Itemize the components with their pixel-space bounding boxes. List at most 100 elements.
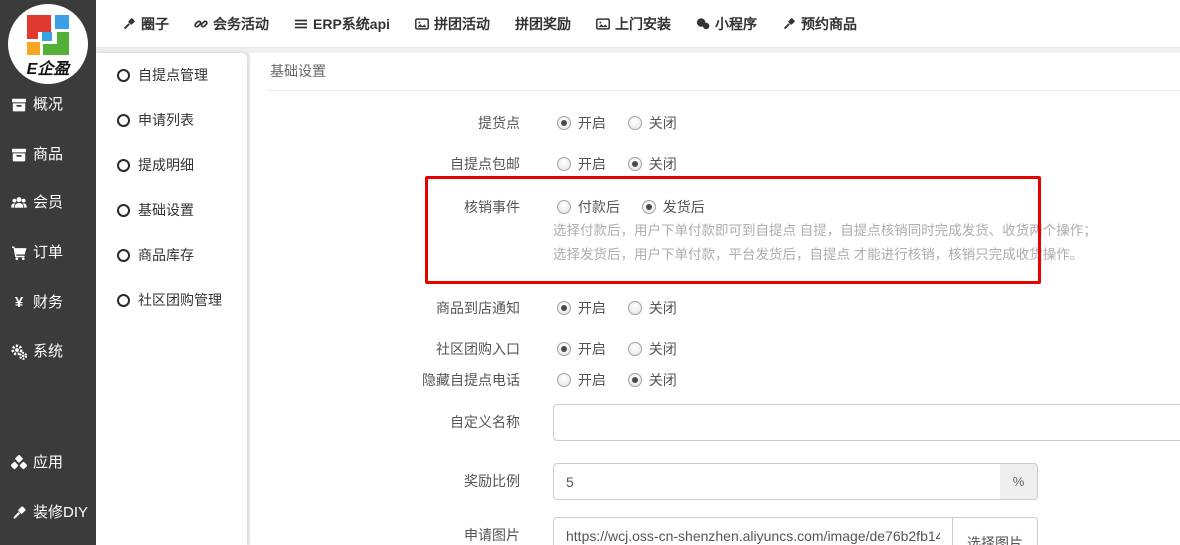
- topnav-item-group-activity[interactable]: 拼团活动: [415, 14, 490, 34]
- radio-option-label: 开启: [578, 298, 606, 318]
- radio-button[interactable]: [628, 342, 642, 356]
- topnav-item-mini-program[interactable]: 小程序: [696, 14, 757, 34]
- verification-event-help: 选择付款后，用户下单付款即可到自提点 自提，自提点核销同时完成发货、收货两个操作…: [553, 219, 1097, 266]
- top-header: 圈子 会务活动 ERP系统api 拼团活动 拼团奖励 上门安装: [96, 0, 1180, 48]
- radio-button[interactable]: [628, 157, 642, 171]
- radio-option-off[interactable]: 关闭: [628, 370, 677, 390]
- form-row-hide-pickup-phone: 隐藏自提点电话 开启 关闭: [250, 370, 1180, 390]
- archive-icon: [11, 97, 27, 113]
- topnav-label: 预约商品: [801, 14, 857, 34]
- submenu-item-basic-settings[interactable]: 基础设置: [96, 188, 247, 233]
- topnav-label: 拼团活动: [434, 14, 490, 34]
- radio-button[interactable]: [557, 200, 571, 214]
- sidebar-item-apps[interactable]: 应用: [0, 445, 96, 481]
- gavel-icon: [122, 17, 136, 31]
- sidebar-item-finance[interactable]: ¥ 财务: [0, 285, 96, 321]
- radio-option-after-payment[interactable]: 付款后: [557, 197, 620, 217]
- choose-image-button[interactable]: 选择图片: [952, 517, 1038, 545]
- content-panel: 基础设置 提货点 开启 关闭 自提点包邮 开启 关闭 核销事件 付款后 发货后: [250, 53, 1180, 545]
- topnav-item-home-install[interactable]: 上门安装: [596, 14, 671, 34]
- submenu-item-apply-list[interactable]: 申请列表: [96, 98, 247, 143]
- topnav-label: 会务活动: [213, 14, 269, 34]
- sidebar-item-decorate-diy[interactable]: 装修DIY: [0, 495, 96, 531]
- sidebar-item-system[interactable]: 系统: [0, 334, 96, 370]
- sidebar-item-overview[interactable]: 概况: [0, 87, 96, 123]
- radio-option-off[interactable]: 关闭: [628, 113, 677, 133]
- submenu-item-pickup-manage[interactable]: 自提点管理: [96, 53, 247, 98]
- sidebar-item-goods[interactable]: 商品: [0, 137, 96, 173]
- radio-option-label: 关闭: [649, 339, 677, 359]
- radio-option-off[interactable]: 关闭: [628, 339, 677, 359]
- sidebar-item-label: 订单: [33, 235, 63, 271]
- sidebar-item-members[interactable]: 会员: [0, 185, 96, 221]
- topnav-item-group-reward[interactable]: 拼团奖励: [515, 14, 571, 34]
- sidebar-item-label: 应用: [33, 445, 63, 481]
- radio-button[interactable]: [642, 200, 656, 214]
- radio-option-label: 关闭: [649, 113, 677, 133]
- gears-icon: [11, 344, 27, 360]
- radio-button[interactable]: [628, 373, 642, 387]
- field-label: 核销事件: [250, 197, 520, 217]
- radio-button[interactable]: [557, 157, 571, 171]
- radio-option-label: 付款后: [578, 197, 620, 217]
- field-label: 奖励比例: [250, 463, 520, 500]
- radio-option-off[interactable]: 关闭: [628, 154, 677, 174]
- topnav-label: 上门安装: [615, 14, 671, 34]
- topnav-item-erp-api[interactable]: ERP系统api: [294, 14, 390, 34]
- gavel-icon: [11, 505, 27, 521]
- radio-button[interactable]: [557, 301, 571, 315]
- archive-icon: [11, 147, 27, 163]
- field-label: 隐藏自提点电话: [250, 370, 520, 390]
- radio-option-after-shipping[interactable]: 发货后: [642, 197, 705, 217]
- sidebar-item-label: 装修DIY: [33, 495, 88, 531]
- submenu-item-commission-detail[interactable]: 提成明细: [96, 143, 247, 188]
- submenu-label: 提成明细: [138, 143, 194, 188]
- radio-button[interactable]: [557, 373, 571, 387]
- apply-image-url-input[interactable]: [553, 517, 953, 545]
- sidebar-item-label: 会员: [33, 185, 63, 221]
- field-label: 自定义名称: [250, 404, 520, 441]
- help-line: 选择发货后，用户下单付款，平台发货后，自提点 才能进行核销，核销只完成收货操作。: [553, 243, 1097, 267]
- list-icon: [294, 17, 308, 31]
- field-label: 提货点: [250, 113, 520, 133]
- reward-ratio-input[interactable]: [553, 463, 1001, 500]
- cart-icon: [11, 245, 27, 261]
- image-icon: [596, 17, 610, 31]
- submenu-label: 社区团购管理: [138, 278, 222, 323]
- link-icon: [194, 17, 208, 31]
- radio-option-label: 发货后: [663, 197, 705, 217]
- radio-button[interactable]: [557, 116, 571, 130]
- sidebar-item-orders[interactable]: 订单: [0, 235, 96, 271]
- sidebar-item-label: 商品: [33, 137, 63, 173]
- radio-option-on[interactable]: 开启: [557, 370, 606, 390]
- radio-option-on[interactable]: 开启: [557, 339, 606, 359]
- radio-option-label: 开启: [578, 154, 606, 174]
- form-row-arrival-notice: 商品到店通知 开启 关闭: [250, 298, 1180, 318]
- circle-icon: [117, 204, 130, 217]
- submenu-label: 申请列表: [138, 98, 194, 143]
- custom-name-input[interactable]: [553, 404, 1180, 441]
- radio-option-on[interactable]: 开启: [557, 113, 606, 133]
- sidebar-item-label: 系统: [33, 334, 63, 370]
- radio-option-off[interactable]: 关闭: [628, 298, 677, 318]
- radio-button[interactable]: [628, 116, 642, 130]
- radio-button[interactable]: [557, 342, 571, 356]
- radio-button[interactable]: [628, 301, 642, 315]
- radio-option-label: 关闭: [649, 298, 677, 318]
- form-row-pickup-free-shipping: 自提点包邮 开启 关闭: [250, 154, 1180, 174]
- form-row-community-group-entry: 社区团购入口 开启 关闭: [250, 339, 1180, 359]
- radio-option-on[interactable]: 开启: [557, 154, 606, 174]
- topnav-item-booking-goods[interactable]: 预约商品: [782, 14, 857, 34]
- percent-unit-addon: %: [1000, 463, 1038, 500]
- topnav-item-circle[interactable]: 圈子: [122, 14, 169, 34]
- help-line: 选择付款后，用户下单付款即可到自提点 自提，自提点核销同时完成发货、收货两个操作…: [553, 219, 1097, 243]
- radio-option-label: 关闭: [649, 154, 677, 174]
- radio-option-on[interactable]: 开启: [557, 298, 606, 318]
- radio-option-label: 开启: [578, 113, 606, 133]
- submenu-item-community-group-manage[interactable]: 社区团购管理: [96, 278, 247, 323]
- wechat-icon: [696, 17, 710, 31]
- submenu-item-goods-stock[interactable]: 商品库存: [96, 233, 247, 278]
- circle-icon: [117, 114, 130, 127]
- topnav-item-meeting-activity[interactable]: 会务活动: [194, 14, 269, 34]
- brand-logo[interactable]: E企盈: [8, 4, 88, 84]
